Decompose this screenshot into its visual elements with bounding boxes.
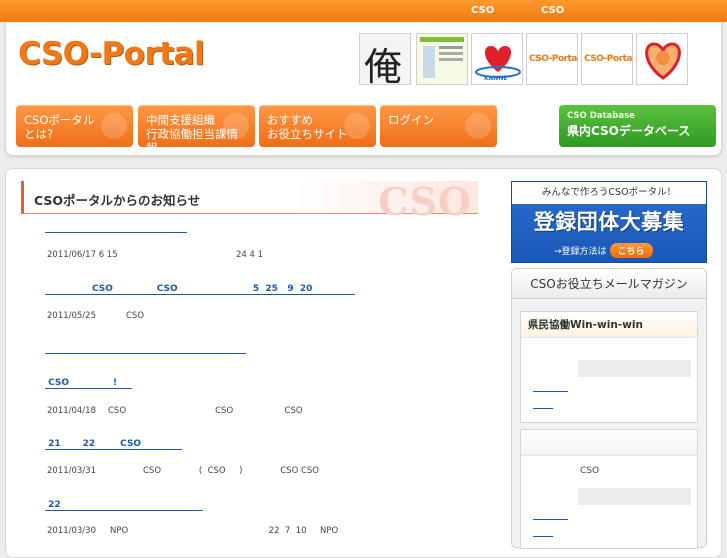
subscribe-link[interactable]	[533, 519, 568, 520]
registration-banner[interactable]: みんなで作ろうCSOポータル！ 登録団体大募集 →登録方法は こちら	[511, 181, 707, 263]
mail-magazine-input[interactable]	[578, 488, 691, 505]
kanne-text: KANNE	[484, 75, 508, 82]
news-link[interactable]	[45, 222, 187, 233]
kanne-banner[interactable]: KANNE	[471, 33, 523, 85]
top-link-cso-2[interactable]: CSO	[541, 5, 564, 16]
news-section-title: CSO CSOポータルからのお知らせ	[21, 179, 478, 224]
office-icon	[223, 113, 249, 139]
newsletter-line	[439, 58, 463, 61]
nav-database-big: 県内CSOデータベース	[567, 124, 691, 138]
news-desc: CSO	[126, 311, 145, 321]
monitor-icon	[344, 113, 370, 139]
heart-banner[interactable]	[636, 33, 688, 85]
mail-magazine-box-title: 県民協働Win-win-win	[521, 312, 697, 338]
top-bar: CSO CSO	[0, 0, 727, 22]
news-desc: NPO 22 7 10 NPO	[110, 526, 339, 536]
newsletter-stripe	[420, 37, 464, 42]
news-link[interactable]: 21 22 CSO	[45, 439, 182, 450]
site-logo[interactable]: CSO-Portal	[18, 36, 205, 72]
news-date: 2011/06/17 6 15	[47, 250, 118, 260]
cso-portal-banner-2-text: CSO-Portal	[584, 54, 633, 64]
unsubscribe-link[interactable]	[533, 536, 553, 537]
registration-here-button[interactable]: こちら	[609, 243, 653, 258]
nav-database-small: CSO Database	[567, 111, 635, 121]
cso-portal-banner-2[interactable]: CSO-Portal	[581, 33, 633, 85]
registration-howto-text: →登録方法は	[554, 247, 607, 257]
nav-about-button[interactable]: CSOポータル とは?	[16, 105, 133, 147]
cso-portal-banner-1[interactable]: CSO-Portal	[526, 33, 578, 85]
site-header: CSO-Portal 俺 KANNE CSO-Portal CSO-Portal…	[5, 22, 722, 156]
keyhole-icon	[465, 113, 491, 139]
news-link[interactable]: 22	[45, 500, 203, 511]
mail-magazine-box-header	[521, 430, 697, 456]
newsletter-line	[439, 46, 463, 49]
unsubscribe-link[interactable]	[533, 408, 553, 409]
news-date: 2011/03/30	[47, 526, 96, 536]
top-link-cso-1[interactable]: CSO	[471, 5, 494, 16]
news-link[interactable]: CSO CSO 5 25 9 20	[45, 284, 355, 295]
cso-watermark: CSO	[378, 179, 472, 224]
news-desc: 24 4 1	[236, 250, 264, 260]
news-date: 2011/04/18	[47, 406, 96, 416]
news-desc: CSO ( CSO ) CSO CSO	[143, 466, 319, 476]
subscribe-link[interactable]	[533, 391, 568, 392]
mail-magazine-input[interactable]	[578, 360, 691, 377]
news-title-text: CSOポータルからのお知らせ	[34, 193, 201, 208]
news-link[interactable]	[45, 343, 246, 354]
registration-banner-bottom: →登録方法は こちら	[554, 243, 653, 258]
news-date: 2011/03/31	[47, 466, 96, 476]
news-link[interactable]: CSO !	[45, 378, 132, 389]
newsletter-figure	[423, 46, 435, 78]
mail-magazine-title: CSOお役立ちメールマガジン	[512, 269, 706, 299]
cso-portal-banner-1-text: CSO-Portal	[529, 54, 578, 64]
registration-banner-headline: 登録団体大募集	[533, 210, 685, 234]
news-date: 2011/05/25	[47, 311, 96, 321]
ore-glyph: 俺	[364, 45, 403, 85]
news-desc: CSO CSO CSO	[108, 406, 303, 416]
newsletter-line	[439, 52, 463, 55]
question-icon	[101, 113, 127, 139]
nav-support-button[interactable]: 中間支援組織 行政協働担当課情報	[138, 105, 255, 155]
mail-magazine-panel: CSOお役立ちメールマガジン 県民協働Win-win-win CSO	[511, 268, 707, 549]
nav-cso-database-button[interactable]: CSO Database 県内CSOデータベース	[559, 105, 716, 147]
mail-magazine-box-text: CSO	[580, 466, 600, 476]
registration-banner-top: みんなで作ろうCSOポータル！	[512, 182, 706, 204]
newsletter-banner[interactable]	[416, 33, 468, 85]
ore-banner[interactable]: 俺	[359, 33, 411, 85]
nav-login-button[interactable]: ログイン	[380, 105, 497, 147]
nav-recommend-button[interactable]: おすすめ お役立ちサイト	[259, 105, 376, 147]
heart-icon	[645, 42, 681, 80]
mail-magazine-box: 県民協働Win-win-win	[520, 311, 698, 423]
mail-magazine-box: CSO	[520, 429, 698, 549]
